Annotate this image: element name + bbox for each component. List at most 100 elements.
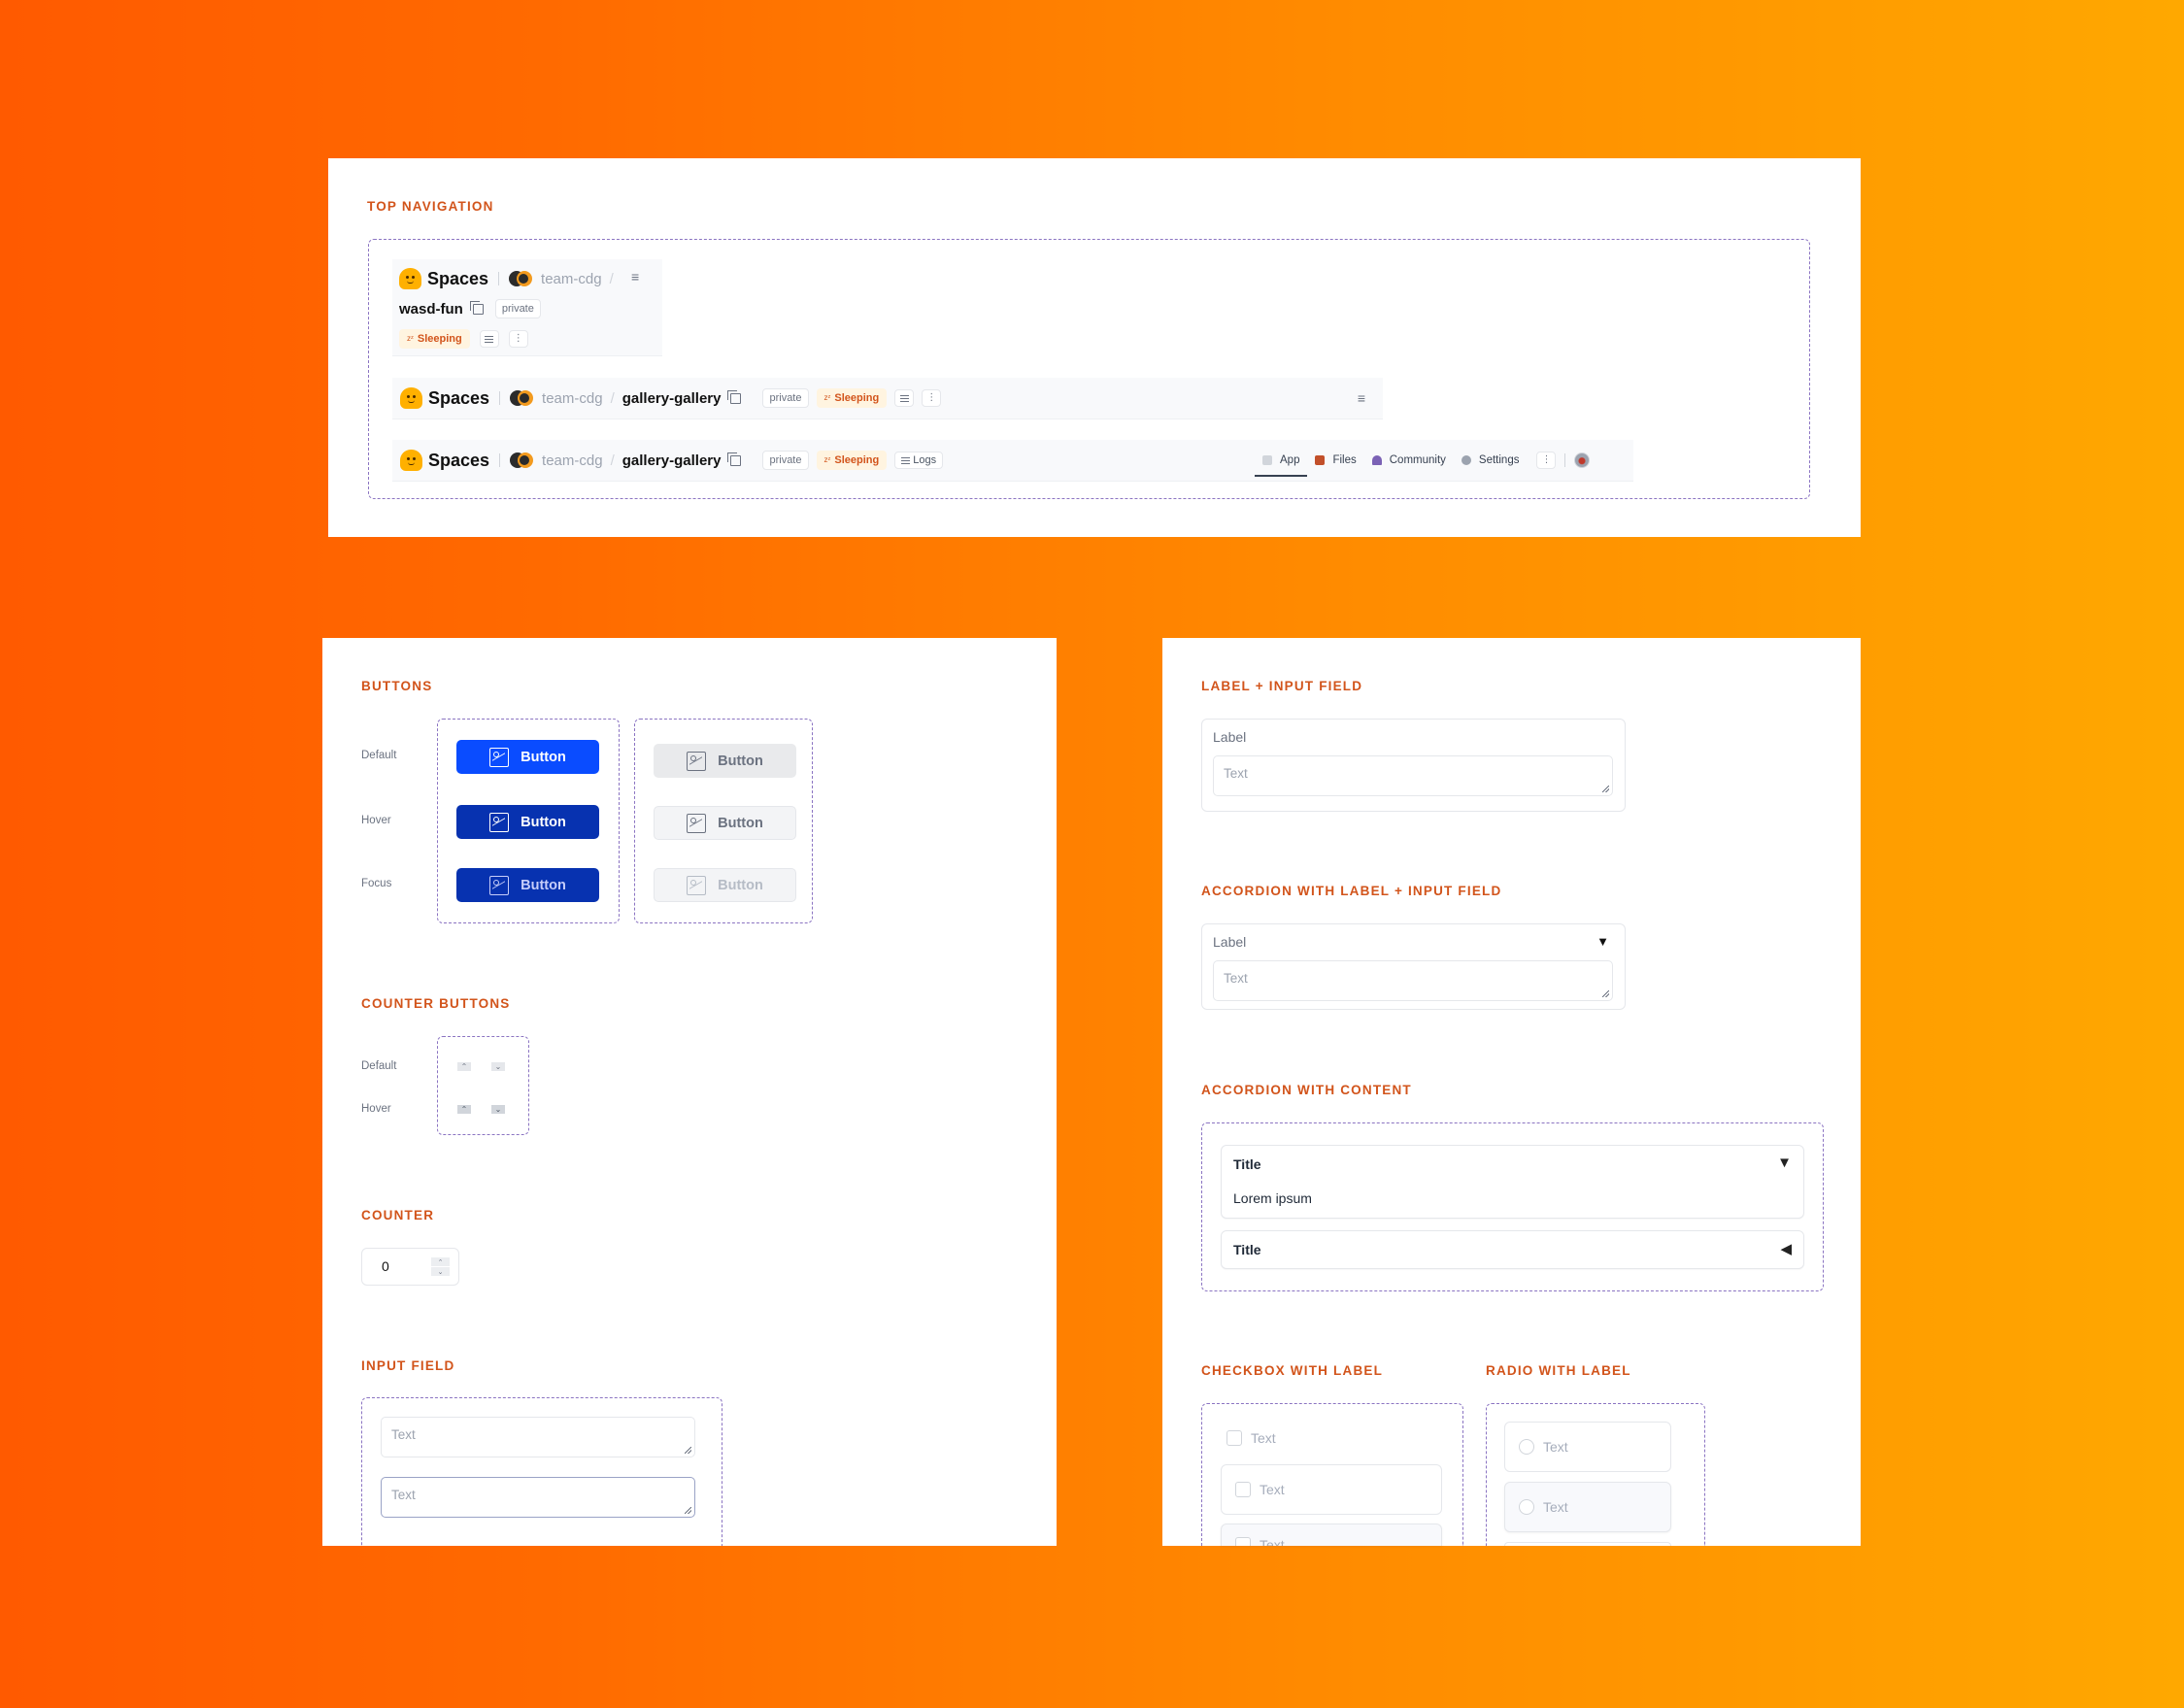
tab-community[interactable]: Community (1364, 444, 1454, 477)
increment-button[interactable]: ⌃ (431, 1257, 450, 1266)
status-badge: zᶻ Sleeping (399, 329, 470, 349)
state-label-focus: Focus (361, 878, 392, 889)
accordion-label[interactable]: Label (1213, 934, 1246, 950)
logs-icon (485, 335, 494, 343)
checkbox-label: Text (1251, 1430, 1276, 1446)
more-options-button[interactable]: ⋮ (508, 330, 528, 348)
status-label: Sleeping (417, 333, 462, 345)
logs-button[interactable]: Logs (894, 452, 944, 469)
label-input-block: Label Text (1201, 719, 1626, 812)
radio-row[interactable]: Text (1519, 1439, 1568, 1455)
increment-button-hover[interactable]: ⌃ (457, 1105, 471, 1114)
secondary-button-default[interactable]: Button (654, 744, 796, 778)
hamburger-icon[interactable]: ≡ (1358, 391, 1365, 405)
radio-button[interactable] (1519, 1439, 1534, 1455)
image-icon (687, 875, 707, 895)
huggingface-logo-icon[interactable] (399, 268, 421, 289)
repo-name[interactable]: gallery-gallery (622, 390, 722, 407)
checkbox-plain[interactable]: Text (1226, 1430, 1276, 1446)
org-link[interactable]: team-cdg (542, 390, 603, 407)
secondary-button-hover[interactable]: Button (654, 806, 796, 840)
checkbox[interactable] (1226, 1430, 1242, 1446)
state-label-hover: Hover (361, 1103, 391, 1115)
primary-button-hover[interactable]: Button (456, 805, 599, 839)
logs-button[interactable] (479, 330, 499, 348)
spaces-link[interactable]: Spaces (427, 269, 488, 289)
copy-icon[interactable] (469, 300, 484, 315)
tab-settings[interactable]: Settings (1454, 444, 1528, 477)
counter-value[interactable]: 0 (382, 1258, 389, 1274)
checkbox-card-default[interactable]: Text (1221, 1464, 1442, 1515)
checkbox-row[interactable]: Text (1235, 1537, 1285, 1546)
visibility-badge: private (762, 388, 809, 408)
divider (499, 453, 501, 467)
accordion-title[interactable]: Title (1233, 1156, 1261, 1172)
state-label-default: Default (361, 750, 397, 761)
checkbox[interactable] (1235, 1537, 1251, 1546)
field-label: Label (1213, 729, 1247, 745)
copy-icon[interactable] (727, 389, 742, 404)
section-title-buttons: BUTTONS (361, 679, 433, 693)
more-vertical-icon: ⋮ (1541, 454, 1552, 465)
copy-icon[interactable] (727, 452, 742, 466)
logs-button[interactable] (894, 389, 915, 407)
huggingface-logo-icon[interactable] (400, 450, 422, 471)
caret-down-icon[interactable]: ▼ (1777, 1155, 1792, 1171)
resize-handle-icon[interactable] (685, 1447, 691, 1454)
text-input-focus[interactable]: Text (381, 1477, 695, 1518)
tab-files[interactable]: Files (1307, 444, 1363, 477)
tab-app[interactable]: App (1255, 444, 1308, 477)
checkbox[interactable] (1235, 1482, 1251, 1497)
decrement-button[interactable]: ⌄ (431, 1267, 450, 1276)
repo-name[interactable]: gallery-gallery (622, 452, 722, 469)
hamburger-icon[interactable]: ≡ (631, 270, 639, 284)
resize-handle-icon[interactable] (1602, 786, 1609, 792)
caret-left-icon[interactable]: ◀ (1780, 1240, 1792, 1257)
resize-handle-icon[interactable] (685, 1507, 691, 1514)
radio-card-default[interactable]: Text (1504, 1422, 1671, 1472)
status-badge: zᶻ Sleeping (816, 451, 888, 470)
accordion-title[interactable]: Title (1233, 1242, 1261, 1257)
more-vertical-icon: ⋮ (926, 392, 937, 403)
primary-button-default[interactable]: Button (456, 740, 599, 774)
section-title-label-input: LABEL + INPUT FIELD (1201, 679, 1363, 693)
nav-compact: Spaces team-cdg / ≡ wasd-fun private zᶻ S… (392, 259, 662, 356)
section-title-counter: COUNTER (361, 1208, 435, 1222)
org-link[interactable]: team-cdg (542, 452, 603, 469)
more-options-button[interactable]: ⋮ (1536, 452, 1557, 469)
divider (498, 272, 500, 285)
primary-button-focus[interactable]: Button (456, 868, 599, 902)
radio-card-focus[interactable]: Text (1504, 1542, 1671, 1546)
text-input-default[interactable]: Text (381, 1417, 695, 1457)
accordion-item-expanded[interactable]: Title ▼ Lorem ipsum (1221, 1145, 1804, 1219)
radio-row[interactable]: Text (1519, 1499, 1568, 1515)
input-placeholder: Text (391, 1427, 416, 1442)
secondary-button-focus[interactable]: Button (654, 868, 796, 902)
decrement-button-hover[interactable]: ⌄ (491, 1105, 505, 1114)
huggingface-logo-icon[interactable] (400, 387, 422, 409)
checkbox-row[interactable]: Text (1235, 1482, 1285, 1497)
text-input[interactable]: Text (1213, 960, 1613, 1001)
radio-label: Text (1543, 1499, 1568, 1515)
community-icon (1371, 455, 1382, 465)
accordion-item-collapsed[interactable]: Title ◀ (1221, 1230, 1804, 1269)
files-icon (1315, 455, 1326, 465)
spaces-link[interactable]: Spaces (428, 388, 489, 409)
button-label: Button (718, 877, 763, 893)
checkbox-card-hover[interactable]: Text (1221, 1524, 1442, 1546)
radio-card-hover[interactable]: Text (1504, 1482, 1671, 1532)
org-link[interactable]: team-cdg (541, 271, 602, 287)
counter-input[interactable]: 0 ⌃ ⌄ (361, 1248, 459, 1286)
spaces-link[interactable]: Spaces (428, 451, 489, 471)
input-placeholder: Text (1224, 971, 1248, 986)
section-title-accordion-label-input: ACCORDION WITH LABEL + INPUT FIELD (1201, 884, 1502, 898)
caret-down-icon[interactable]: ▼ (1596, 934, 1609, 949)
user-avatar[interactable] (1574, 452, 1591, 468)
repo-name[interactable]: wasd-fun (399, 301, 463, 318)
more-options-button[interactable]: ⋮ (922, 389, 942, 407)
decrement-button-default[interactable]: ⌄ (491, 1062, 505, 1071)
increment-button-default[interactable]: ⌃ (457, 1062, 471, 1071)
resize-handle-icon[interactable] (1602, 990, 1609, 997)
radio-button[interactable] (1519, 1499, 1534, 1515)
text-input[interactable]: Text (1213, 755, 1613, 796)
